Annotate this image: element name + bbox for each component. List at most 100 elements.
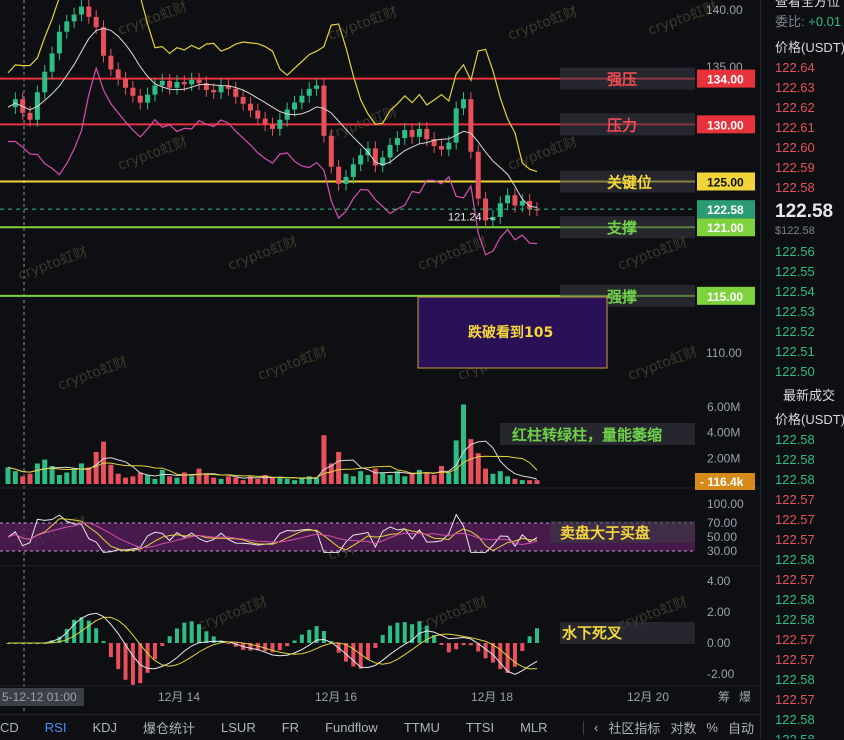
macd-histogram-bar (454, 643, 459, 650)
volume-bar (78, 463, 84, 484)
bid-row[interactable]: 122.53 (761, 302, 844, 322)
volume-bar (159, 469, 165, 484)
watermark: crypto虹财 (16, 244, 90, 284)
volume-bar (270, 477, 275, 484)
indicator-tab-lsur[interactable]: LSUR (221, 720, 256, 735)
ask-row[interactable]: 122.58 (761, 178, 844, 198)
macd-histogram-bar (152, 643, 157, 660)
watermark: crypto虹财 (416, 234, 490, 274)
watermark: crypto虹财 (116, 0, 190, 39)
trade-row[interactable]: 122.58 (761, 670, 844, 690)
candle-body (306, 88, 312, 96)
ask-row[interactable]: 122.63 (761, 78, 844, 98)
trade-row[interactable]: 122.57 (761, 630, 844, 650)
community-indicator-button[interactable]: 社区指标 (608, 718, 660, 737)
watermark: crypto虹财 (616, 234, 690, 274)
trade-row[interactable]: 122.58 (761, 430, 844, 450)
volume-bar (446, 472, 452, 484)
trade-row[interactable]: 122.57 (761, 510, 844, 530)
chart-area[interactable]: crypto虹财 crypto虹财 crypto虹财 crypto虹财 crypto虹财… (0, 0, 760, 739)
indicator-tab-mlr[interactable]: MLR (520, 720, 547, 735)
trade-row[interactable]: 122.58 (761, 470, 844, 490)
candle-body (314, 85, 320, 89)
watermark: crypto虹财 (226, 234, 300, 274)
indicator-tab-ttmu[interactable]: TTMU (404, 720, 440, 735)
macd-histogram-bar (211, 636, 216, 643)
trade-row[interactable]: 122.58 (761, 710, 844, 730)
trade-row[interactable]: 122.58 (761, 450, 844, 470)
candle-body (468, 99, 474, 152)
volume-bar (483, 468, 489, 484)
bid-row[interactable]: 122.55 (761, 262, 844, 282)
trade-row[interactable]: 122.57 (761, 650, 844, 670)
macd-histogram-bar (299, 634, 304, 643)
candle-body (343, 176, 349, 184)
bid-row[interactable]: 122.50 (761, 362, 844, 382)
volume-bar (56, 475, 62, 484)
macd-histogram-bar (439, 643, 444, 645)
candlestick-chart[interactable]: crypto虹财 crypto虹财 crypto虹财 crypto虹财 crypto虹财… (0, 0, 760, 714)
candle-body (115, 69, 121, 79)
indicator-tab-fundflow[interactable]: Fundflow (325, 720, 378, 735)
percent-toggle[interactable]: % (706, 720, 718, 735)
orderbook-price-header: 价格(USDT) (775, 40, 844, 55)
ask-row[interactable]: 122.64 (761, 58, 844, 78)
crosshair-time-text: 5-12-12 01:00 (2, 690, 77, 704)
indicator-tab-fr[interactable]: FR (282, 720, 299, 735)
trade-row[interactable]: 122.58 (761, 550, 844, 570)
volume-bar (108, 464, 114, 484)
indicator-tab-liquidation[interactable]: 爆仓统计 (143, 718, 195, 737)
liquidation-button: 爆 (739, 690, 751, 704)
trades-title[interactable]: 最新成交 (761, 386, 844, 406)
indicator-tab-cd[interactable]: CD (0, 720, 19, 735)
macd-histogram-bar (86, 620, 91, 643)
trade-row[interactable]: 122.58 (761, 730, 844, 739)
level-label: 支撑 (606, 219, 637, 237)
volume-bar (519, 480, 525, 484)
bid-row[interactable]: 122.51 (761, 342, 844, 362)
ask-row[interactable]: 122.61 (761, 118, 844, 138)
candle-body (358, 155, 364, 165)
volume-bar (255, 478, 261, 484)
volume-bar (277, 477, 283, 484)
auto-scale-toggle[interactable]: 自动 (728, 718, 754, 737)
rsi-note: 卖盘大于买盘 (560, 524, 650, 542)
log-scale-toggle[interactable]: 对数 (670, 718, 696, 737)
time-tick-label: 12月 18 (471, 690, 513, 704)
indicator-toolbar: CD RSI KDJ 爆仓统计 LSUR FR Fundflow TTMU TT… (0, 714, 760, 740)
trade-row[interactable]: 122.58 (761, 610, 844, 630)
candle-body (453, 108, 459, 143)
time-tick-label: 12月 14 (158, 690, 200, 704)
bid-row[interactable]: 122.56 (761, 242, 844, 262)
bid-row[interactable]: 122.54 (761, 282, 844, 302)
watermark: crypto虹财 (196, 594, 270, 634)
trade-row[interactable]: 122.57 (761, 690, 844, 710)
candle-body (394, 138, 400, 145)
bid-row[interactable]: 122.52 (761, 322, 844, 342)
indicator-tab-rsi[interactable]: RSI (45, 720, 67, 735)
orderbook-title[interactable]: 查看全方位 (761, 0, 844, 12)
candle-body (475, 151, 481, 199)
indicator-tab-kdj[interactable]: KDJ (92, 720, 117, 735)
macd-tick-label: 0.00 (707, 636, 731, 650)
time-tick-label: 12月 16 (315, 690, 357, 704)
candle-body (27, 112, 33, 120)
level-label: 强压 (607, 71, 637, 89)
candle-body (167, 80, 173, 88)
candle-body (409, 130, 415, 137)
ask-row[interactable]: 122.62 (761, 98, 844, 118)
candle-body (402, 130, 408, 139)
chevron-left-icon[interactable]: ‹ (594, 720, 598, 735)
ask-row[interactable]: 122.59 (761, 158, 844, 178)
ratio-label: 委比: (775, 14, 805, 29)
trade-row[interactable]: 122.57 (761, 490, 844, 510)
trade-row[interactable]: 122.58 (761, 590, 844, 610)
orderbook-ratio: 委比: +0.01 (761, 12, 844, 32)
min-price-marker: 121.24 → (448, 211, 496, 223)
candle-body (247, 103, 253, 111)
candle-body (93, 16, 99, 28)
trade-row[interactable]: 122.57 (761, 530, 844, 550)
ask-row[interactable]: 122.60 (761, 138, 844, 158)
trade-row[interactable]: 122.57 (761, 570, 844, 590)
indicator-tab-ttsi[interactable]: TTSI (466, 720, 494, 735)
